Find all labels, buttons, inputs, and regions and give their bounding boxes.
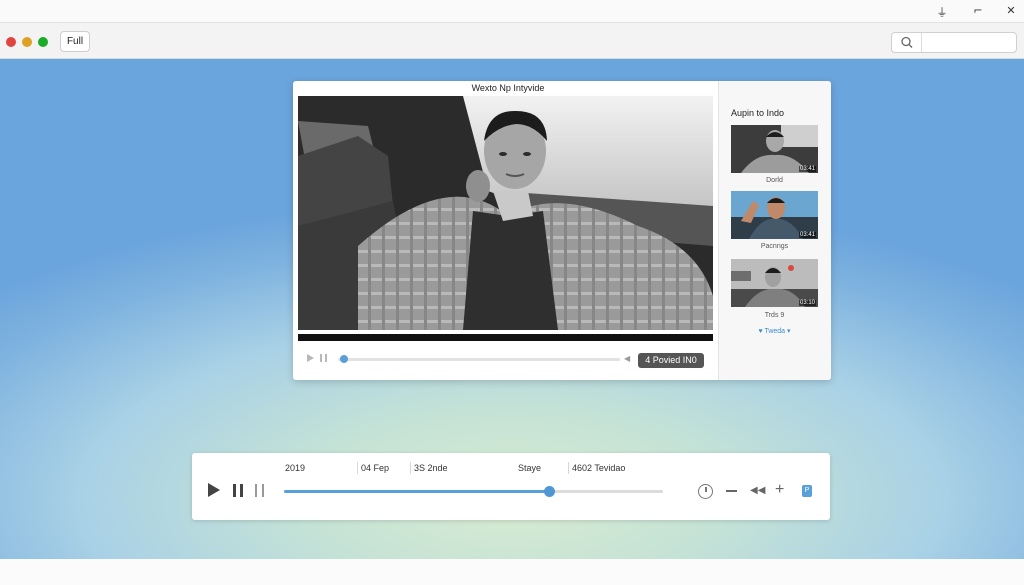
stop-button[interactable] xyxy=(255,484,264,497)
related-sidebar: Aupin to Indo 03:41 Dorld 03:41 Pacnngs … xyxy=(718,81,831,380)
more-link[interactable]: ♥ Tweda ▾ xyxy=(731,327,818,335)
maximize-window-button[interactable] xyxy=(38,37,48,47)
signal-icon[interactable]: ⏚ xyxy=(934,4,950,20)
restore-icon[interactable]: ⌐ xyxy=(970,4,986,17)
play-icon[interactable] xyxy=(307,354,314,362)
thumbnail-caption: Pacnngs xyxy=(760,243,789,250)
close-icon[interactable]: ✕ xyxy=(1003,4,1019,17)
seek-handle[interactable] xyxy=(544,486,556,497)
thumbnail-1[interactable]: 03:41 xyxy=(731,125,818,173)
plus-icon[interactable]: + xyxy=(775,482,784,498)
volume-icon[interactable]: ◀ xyxy=(624,354,632,363)
window-toolbar: Full xyxy=(0,22,1024,59)
meta-duration: 3S 2nde xyxy=(414,463,448,473)
clock-icon[interactable] xyxy=(698,484,713,499)
meta-divider xyxy=(568,462,569,474)
minimize-window-button[interactable] xyxy=(22,37,32,47)
full-button[interactable]: Full xyxy=(60,31,90,52)
search-icon[interactable] xyxy=(892,33,922,52)
close-window-button[interactable] xyxy=(6,37,16,47)
pause-button[interactable] xyxy=(233,484,243,497)
video-letterbox xyxy=(298,334,713,341)
quality-badge[interactable]: 4 Povied IN0 xyxy=(638,353,704,368)
player-seek-handle[interactable] xyxy=(339,355,348,363)
bookmark-icon[interactable]: P xyxy=(802,485,812,497)
thumbnail-duration: 03:10 xyxy=(798,300,816,306)
thumbnail-3[interactable]: 03:10 xyxy=(731,259,818,307)
seek-progress xyxy=(284,490,550,493)
player-title: Wexto Np Intyvide xyxy=(471,83,545,93)
thumbnail-2[interactable]: 03:41 xyxy=(731,191,818,239)
meta-views: 4602 Tevidao xyxy=(572,463,626,473)
search-box[interactable] xyxy=(891,32,1017,53)
video-player-window: Wexto Np Intyvide ◀ 4 Povied IN0 Aupin t… xyxy=(293,81,831,380)
play-button[interactable] xyxy=(208,483,220,497)
os-title-strip: ⏚ ⌐ ✕ xyxy=(0,0,1024,22)
sidebar-title: Aupin to Indo xyxy=(731,108,785,118)
meta-status: Staye xyxy=(518,463,542,473)
minus-icon[interactable] xyxy=(726,490,737,492)
meta-divider xyxy=(357,462,358,474)
video-frame[interactable] xyxy=(298,96,713,330)
rewind-icon[interactable]: ◀◀ xyxy=(750,486,765,496)
pause-icon[interactable] xyxy=(320,354,327,362)
thumbnail-duration: 03:41 xyxy=(798,232,816,238)
meta-year: 2019 xyxy=(285,463,306,473)
meta-date: 04 Fep xyxy=(361,463,390,473)
thumbnail-duration: 03:41 xyxy=(798,166,816,172)
player-seek-track[interactable] xyxy=(338,358,620,361)
thumbnail-caption: Dorld xyxy=(766,177,783,184)
search-input[interactable] xyxy=(923,35,1013,50)
playback-control-bar: 2019 04 Fep 3S 2nde Staye 4602 Tevidao ◀… xyxy=(192,453,830,520)
meta-divider xyxy=(410,462,411,474)
bottom-strip xyxy=(0,559,1024,585)
thumbnail-caption: Trds 9 xyxy=(764,312,785,319)
